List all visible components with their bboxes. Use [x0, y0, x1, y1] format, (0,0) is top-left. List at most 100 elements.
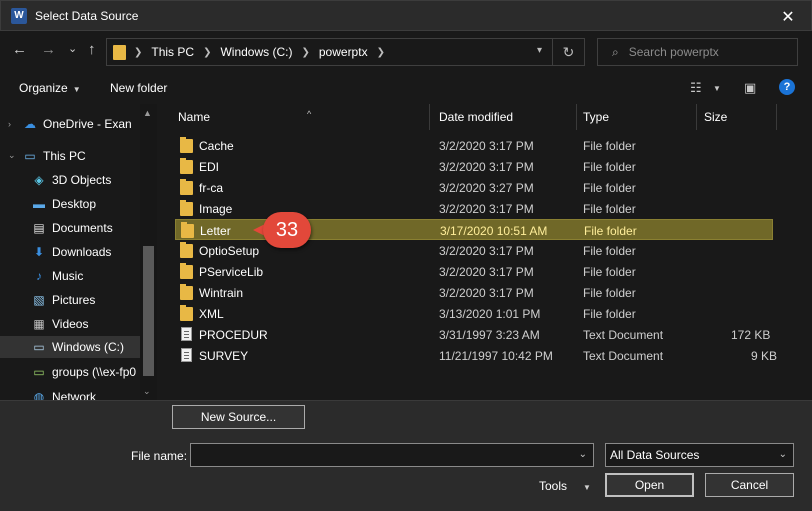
file-row-survey[interactable]: SURVEY 11/21/1997 10:42 PM Text Document…	[175, 345, 777, 366]
file-row-edi[interactable]: EDI 3/2/2020 3:17 PM File folder	[175, 156, 773, 177]
file-name: Letter	[200, 224, 231, 238]
view-dropdown-caret-icon[interactable]: ▼	[713, 84, 721, 93]
file-type: File folder	[583, 181, 636, 195]
videos-icon: ▦	[33, 317, 45, 331]
file-type-filter-select[interactable]: All Data Sources ⌄	[605, 443, 794, 467]
file-date: 3/13/2020 1:01 PM	[439, 307, 541, 321]
cancel-button[interactable]: Cancel	[705, 473, 794, 497]
search-icon: ⌕	[612, 44, 619, 59]
tools-label: Tools	[539, 479, 568, 493]
close-button[interactable]: ✕	[765, 1, 811, 32]
file-name: SURVEY	[199, 349, 249, 363]
view-options-icon[interactable]: ☷	[690, 80, 702, 96]
expanded-chevron-icon[interactable]: ⌄	[8, 150, 16, 161]
back-arrow-icon[interactable]: ←	[12, 41, 27, 58]
file-row-pservicelib[interactable]: PServiceLib 3/2/2020 3:17 PM File folder	[175, 261, 773, 282]
sidebar-item-onedrive[interactable]: ☁ OneDrive - Exan	[22, 113, 140, 135]
file-type: File folder	[584, 224, 637, 238]
sidebar-item-pictures[interactable]: ▧ Pictures	[31, 289, 140, 311]
file-row-xml[interactable]: XML 3/13/2020 1:01 PM File folder	[175, 303, 773, 324]
column-header-name[interactable]: ^ Name	[169, 104, 430, 130]
chevron-down-icon[interactable]: ⌄	[779, 449, 787, 460]
file-date: 11/21/1997 10:42 PM	[439, 349, 553, 363]
caret-down-icon: ▼	[72, 85, 81, 94]
file-date: 3/2/2020 3:17 PM	[439, 244, 534, 258]
scroll-up-arrow-icon[interactable]: ▲	[143, 108, 152, 118]
file-date: 3/2/2020 3:17 PM	[439, 202, 534, 216]
file-type: Text Document	[583, 328, 664, 342]
file-row-procedur[interactable]: PROCEDUR 3/31/1997 3:23 AM Text Document…	[175, 324, 773, 345]
sidebar-item-3d-objects[interactable]: ◈ 3D Objects	[31, 169, 140, 191]
file-type: File folder	[583, 244, 636, 258]
download-icon: ⬇	[33, 245, 45, 259]
sidebar-scrollbar[interactable]: ▲ ⌄	[140, 104, 157, 400]
address-bar[interactable]: ❯ This PC ❯ Windows (C:) ❯ powerptx ❯ ▾ …	[106, 38, 585, 66]
text-document-icon	[181, 327, 192, 341]
breadcrumb-powerptx[interactable]: powerptx	[319, 45, 368, 59]
breadcrumb-separator-icon[interactable]: ❯	[377, 47, 385, 58]
organize-label: Organize	[19, 81, 68, 95]
new-source-button[interactable]: New Source...	[172, 405, 305, 429]
open-button[interactable]: Open	[605, 473, 694, 497]
file-date: 3/31/1997 3:23 AM	[439, 328, 540, 342]
file-type: File folder	[583, 160, 636, 174]
search-input[interactable]: ⌕ Search powerptx	[597, 38, 798, 66]
file-type: File folder	[583, 202, 636, 216]
step-callout-badge: 33	[253, 212, 311, 248]
documents-icon: ▤	[33, 221, 45, 235]
sidebar-item-windows-c[interactable]: ▭ Windows (C:)	[0, 336, 140, 358]
file-name: OptioSetup	[199, 244, 260, 258]
folder-icon	[180, 137, 193, 153]
collapsed-chevron-icon[interactable]: ›	[8, 119, 11, 129]
tools-menu[interactable]: Tools ▼	[539, 479, 591, 493]
file-name: XML	[199, 307, 224, 321]
file-size: 9 KB	[751, 349, 778, 363]
scroll-thumb[interactable]	[143, 246, 154, 376]
address-dropdown-chevron-icon[interactable]: ▾	[537, 45, 542, 56]
file-date: 3/17/2020 10:51 AM	[440, 224, 548, 238]
sidebar-item-downloads[interactable]: ⬇ Downloads	[31, 241, 140, 263]
column-header-date-modified[interactable]: Date modified	[430, 104, 577, 130]
filter-value: All Data Sources	[610, 448, 700, 462]
breadcrumb-this-pc[interactable]: This PC	[151, 45, 194, 59]
folder-icon	[180, 284, 193, 300]
refresh-icon[interactable]: ↻	[552, 39, 584, 65]
sidebar-item-documents[interactable]: ▤ Documents	[31, 217, 140, 239]
breadcrumb-separator-icon[interactable]: ❯	[301, 47, 309, 58]
sidebar-item-videos[interactable]: ▦ Videos	[31, 313, 140, 335]
sidebar-item-groups[interactable]: ▭ groups (\\ex-fp0	[31, 361, 140, 383]
organize-menu[interactable]: Organize ▼	[19, 81, 81, 95]
recent-locations-chevron-icon[interactable]: ⌄	[68, 42, 77, 55]
new-folder-button[interactable]: New folder	[110, 81, 167, 95]
network-icon: ◍	[33, 390, 45, 400]
title-bar: W Select Data Source ✕	[0, 0, 812, 31]
file-row-wintrain[interactable]: Wintrain 3/2/2020 3:17 PM File folder	[175, 282, 773, 303]
word-app-icon: W	[11, 7, 27, 24]
file-row-fr-ca[interactable]: fr-ca 3/2/2020 3:27 PM File folder	[175, 177, 773, 198]
sidebar-item-network[interactable]: ◍ Network	[31, 390, 140, 400]
desktop-icon: ▬	[33, 197, 45, 211]
column-header-size[interactable]: Size	[697, 104, 777, 130]
folder-icon	[180, 305, 193, 321]
up-arrow-icon[interactable]: ↑	[88, 41, 96, 58]
sidebar-item-music[interactable]: ♪ Music	[31, 265, 140, 287]
file-type: File folder	[583, 286, 636, 300]
navigation-pane: › ☁ OneDrive - Exan ⌄ ▭ This PC ◈ 3D Obj…	[0, 104, 158, 400]
sidebar-item-this-pc[interactable]: ▭ This PC	[22, 145, 140, 167]
sort-ascending-icon: ^	[307, 109, 312, 119]
help-icon[interactable]: ?	[779, 79, 795, 95]
file-name-field[interactable]: ⌄	[190, 443, 594, 467]
cloud-icon: ☁	[24, 117, 36, 131]
scroll-down-arrow-icon[interactable]: ⌄	[143, 386, 151, 397]
preview-pane-icon[interactable]: ▣	[744, 80, 756, 96]
sidebar-item-desktop[interactable]: ▬ Desktop	[31, 193, 140, 215]
chevron-down-icon[interactable]: ⌄	[579, 449, 587, 460]
forward-arrow-icon[interactable]: →	[41, 41, 56, 58]
breadcrumb-separator-icon[interactable]: ❯	[203, 47, 211, 58]
column-header-type[interactable]: Type	[577, 104, 697, 130]
breadcrumb-windows-c[interactable]: Windows (C:)	[220, 45, 292, 59]
file-row-cache[interactable]: Cache 3/2/2020 3:17 PM File folder	[175, 135, 773, 156]
folder-icon	[180, 263, 193, 279]
file-name-label: File name:	[131, 449, 188, 463]
command-toolbar: Organize ▼ New folder ☷ ▼ ▣	[0, 71, 812, 104]
